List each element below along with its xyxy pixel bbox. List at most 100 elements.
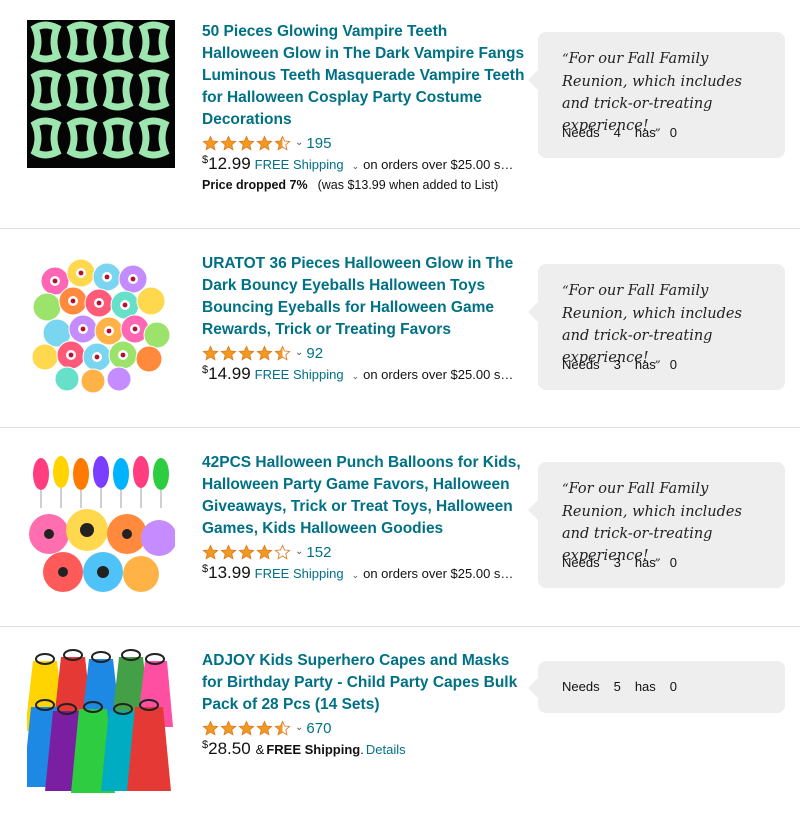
star-icon (202, 719, 219, 736)
shipping-note: on orders over $25.00 s… (363, 566, 514, 581)
needs-value: 4 (613, 125, 621, 140)
has-value: 0 (669, 357, 678, 372)
star-icon (274, 344, 291, 361)
needs-label: Needs (562, 679, 600, 694)
shipping-period: . (360, 742, 364, 757)
star-icon (256, 543, 273, 560)
ratings-count-link[interactable]: 195 (306, 135, 331, 152)
comment-bubble: Needs 5 has 0 (528, 661, 785, 713)
product-title-link[interactable]: URATOT 36 Pieces Halloween Glow in The D… (202, 253, 527, 341)
price: 28.50 (208, 739, 251, 758)
star-icon (202, 344, 219, 361)
star-icon (256, 719, 273, 736)
has-value: 0 (669, 679, 678, 694)
ratings-count-link[interactable]: 152 (306, 544, 331, 561)
chevron-down-icon[interactable]: ⌄ (295, 547, 303, 557)
has-label: has (634, 125, 656, 140)
ratings-count-link[interactable]: 670 (306, 720, 331, 737)
chevron-down-icon[interactable]: ⌄ (295, 138, 303, 148)
star-icon (220, 543, 237, 560)
currency-symbol: $ (202, 563, 209, 575)
list-item: 42PCS Halloween Punch Balloons for Kids,… (0, 428, 800, 626)
currency-symbol: $ (202, 364, 209, 376)
punch-balloons-image (27, 450, 175, 598)
comment-bubble: “For our Fall Family Reunion, which incl… (528, 462, 785, 588)
product-title-link[interactable]: 42PCS Halloween Punch Balloons for Kids,… (202, 452, 527, 540)
has-label: has (634, 555, 656, 570)
list-item: 50 Pieces Glowing Vampire Teeth Hallowee… (0, 0, 800, 228)
price: 12.99 (208, 154, 251, 173)
product-image[interactable] (27, 20, 175, 168)
list-item: ADJOY Kids Superhero Capes and Masks for… (0, 627, 800, 816)
star-icon (238, 719, 255, 736)
star-icon (274, 134, 291, 151)
star-icon (256, 134, 273, 151)
shipping-details-link[interactable]: Details (366, 742, 406, 757)
chevron-down-icon[interactable]: ⌄ (295, 348, 303, 358)
star-rating[interactable] (202, 344, 292, 362)
needs-label: Needs (562, 125, 600, 140)
comment-bubble: “For our Fall Family Reunion, which incl… (528, 264, 785, 390)
shipping-note: on orders over $25.00 s… (363, 367, 514, 382)
price: 14.99 (208, 364, 251, 383)
needs-label: Needs (562, 357, 600, 372)
superhero-capes-image (27, 649, 175, 797)
needs-has: Needs 5 has 0 (562, 679, 677, 694)
open-quote-icon: “ (562, 52, 569, 67)
ampersand: & (255, 742, 265, 757)
chevron-down-icon[interactable]: ⌄ (352, 161, 360, 172)
free-shipping-link[interactable]: FREE Shipping (255, 157, 344, 172)
needs-has: Needs 3 has 0 (562, 555, 677, 570)
price: 13.99 (208, 563, 251, 582)
star-rating[interactable] (202, 719, 292, 737)
needs-value: 3 (613, 357, 621, 372)
list-item: URATOT 36 Pieces Halloween Glow in The D… (0, 229, 800, 427)
free-shipping-link[interactable]: FREE Shipping (255, 566, 344, 581)
chevron-down-icon[interactable]: ⌄ (295, 723, 303, 733)
star-icon (256, 344, 273, 361)
star-icon (220, 134, 237, 151)
star-icon (238, 543, 255, 560)
open-quote-icon: “ (562, 284, 569, 299)
price-drop-row: Price dropped 7% (was $13.99 when added t… (202, 178, 527, 196)
star-rating[interactable] (202, 134, 292, 152)
needs-has: Needs 4 has 0 (562, 125, 677, 140)
star-icon (202, 543, 219, 560)
product-title-link[interactable]: ADJOY Kids Superhero Capes and Masks for… (202, 650, 527, 716)
needs-value: 5 (613, 679, 621, 694)
needs-has: Needs 3 has 0 (562, 357, 677, 372)
star-icon (238, 134, 255, 151)
product-image[interactable] (27, 649, 175, 797)
product-title-link[interactable]: 50 Pieces Glowing Vampire Teeth Hallowee… (202, 21, 527, 131)
price-drop-label: Price dropped 7% (202, 178, 308, 192)
needs-label: Needs (562, 555, 600, 570)
has-value: 0 (669, 125, 678, 140)
comment-text: “For our Fall Family Reunion, which incl… (562, 283, 742, 366)
has-label: has (634, 679, 656, 694)
star-icon (202, 134, 219, 151)
glowing-vampire-teeth-image (27, 20, 175, 168)
shipping-note: on orders over $25.00 s… (363, 157, 514, 172)
open-quote-icon: “ (562, 482, 569, 497)
chevron-down-icon[interactable]: ⌄ (352, 371, 360, 382)
comment-bubble: “For our Fall Family Reunion, which incl… (528, 32, 785, 158)
free-shipping-link[interactable]: FREE Shipping (255, 367, 344, 382)
star-rating[interactable] (202, 543, 292, 561)
currency-symbol: $ (202, 154, 209, 166)
needs-value: 3 (613, 555, 621, 570)
ratings-count-link[interactable]: 92 (306, 345, 323, 362)
comment-text: “For our Fall Family Reunion, which incl… (562, 51, 742, 134)
price-drop-note: (was $13.99 when added to List) (317, 178, 499, 192)
star-icon (274, 543, 291, 560)
star-icon (238, 344, 255, 361)
comment-text: “For our Fall Family Reunion, which incl… (562, 481, 742, 564)
star-icon (220, 719, 237, 736)
product-image[interactable] (27, 450, 175, 598)
star-icon (220, 344, 237, 361)
has-label: has (634, 357, 656, 372)
star-icon (274, 719, 291, 736)
product-image[interactable] (27, 251, 175, 399)
chevron-down-icon[interactable]: ⌄ (352, 570, 360, 581)
has-value: 0 (669, 555, 678, 570)
bouncy-eyeballs-image (27, 251, 175, 399)
